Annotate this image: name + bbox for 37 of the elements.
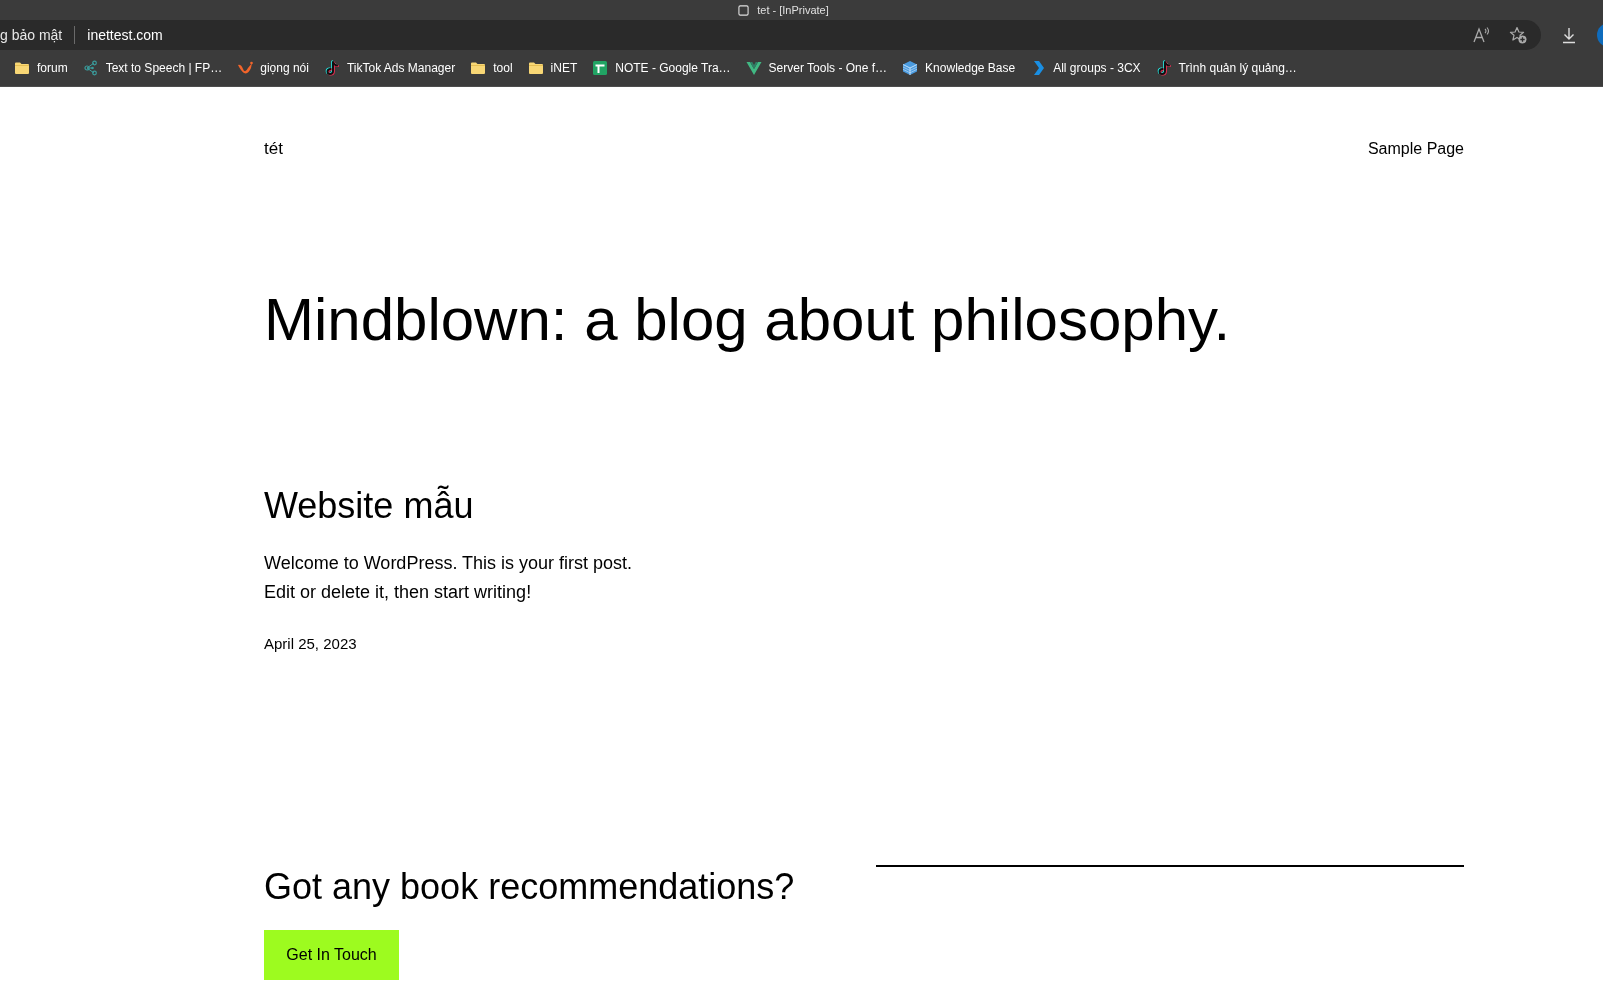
bookmark-item[interactable]: NOTE - Google Tra… bbox=[592, 59, 731, 77]
url-text: inettest.com bbox=[87, 25, 163, 45]
bookmark-item[interactable]: Trình quản lý quảng… bbox=[1155, 59, 1297, 77]
cube-icon bbox=[902, 60, 919, 76]
music-note-icon bbox=[323, 60, 340, 76]
bookmark-item[interactable]: Knowledge Base bbox=[902, 59, 1016, 77]
page-icon bbox=[738, 4, 750, 16]
folder-icon bbox=[14, 60, 30, 76]
bookmark-item[interactable]: Text to Speech | FP… bbox=[82, 59, 223, 77]
security-label[interactable]: g bảo mật bbox=[0, 24, 63, 46]
site-title-link[interactable]: tét bbox=[264, 137, 283, 161]
bookmark-item[interactable]: TikTok Ads Manager bbox=[323, 59, 456, 77]
bookmark-item[interactable]: Server Tools - One f… bbox=[745, 59, 888, 77]
window-title: tet - [InPrivate] bbox=[757, 2, 829, 18]
v-logo-icon bbox=[745, 60, 762, 76]
hero-heading: Mindblown: a blog about philosophy. bbox=[264, 285, 1231, 355]
address-bar[interactable]: g bảo mật inettest.com bbox=[0, 20, 1541, 50]
read-aloud-icon[interactable] bbox=[1472, 26, 1490, 44]
bookmark-item[interactable]: tool bbox=[470, 59, 513, 77]
music-note-icon bbox=[1155, 60, 1172, 76]
nav-link[interactable]: Sample Page bbox=[1367, 137, 1464, 161]
bookmark-item[interactable]: giọng nói bbox=[237, 59, 309, 77]
post-title-link[interactable]: Website mẫu bbox=[264, 484, 474, 527]
wave-logo-icon bbox=[237, 60, 254, 76]
network-nodes-icon bbox=[82, 60, 99, 76]
folder-icon bbox=[527, 60, 544, 76]
footer-heading: Got any book recommendations? bbox=[264, 865, 795, 908]
favorite-add-icon[interactable] bbox=[1509, 26, 1527, 44]
post-excerpt: Welcome to WordPress. This is your first post. Edit or delete it, then start writing! bbox=[264, 552, 634, 604]
bookmark-item[interactable]: All groups - 3CX bbox=[1030, 59, 1141, 77]
post-date: April 25, 2023 bbox=[264, 634, 357, 654]
bookmark-item[interactable]: iNET bbox=[527, 59, 578, 77]
download-icon[interactable] bbox=[1560, 26, 1578, 44]
spreadsheet-icon bbox=[592, 60, 609, 76]
folder-icon bbox=[470, 60, 487, 76]
bookmark-item[interactable]: forum bbox=[14, 59, 68, 77]
get-in-touch-button[interactable]: Get In Touch bbox=[264, 930, 399, 980]
